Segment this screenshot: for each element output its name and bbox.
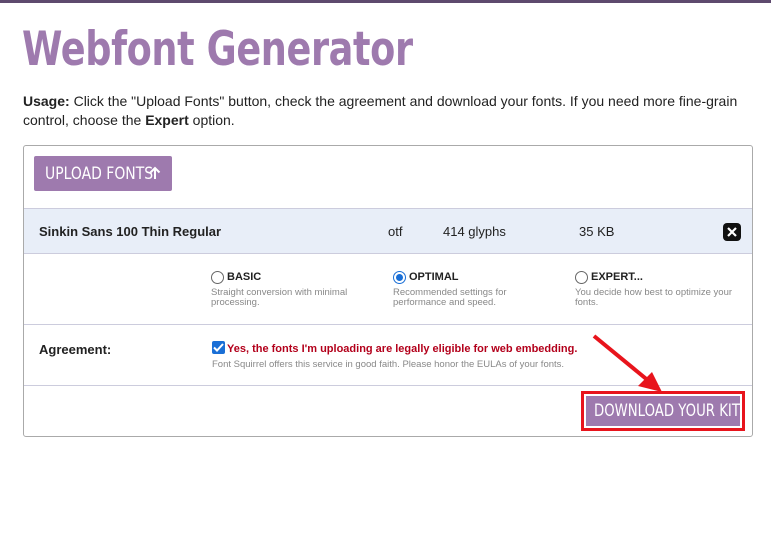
download-kit-label: DOWNLOAD YOUR KIT (594, 401, 740, 421)
download-kit-button[interactable]: DOWNLOAD YOUR KIT (586, 396, 740, 426)
arrow-up-icon (149, 166, 161, 179)
option-basic[interactable]: BASIC Straight conversion with minimal p… (211, 269, 386, 308)
expert-radio[interactable] (575, 270, 588, 284)
conversion-options: BASIC Straight conversion with minimal p… (24, 254, 752, 325)
page-title: Webfont Generator (22, 22, 413, 77)
close-icon (727, 227, 737, 237)
usage-label: Usage: (23, 93, 70, 109)
optimal-description: Recommended settings for performance and… (393, 287, 507, 308)
usage-text-part-1: Click the "Upload Fonts" button, check t… (23, 93, 738, 128)
font-format: otf (388, 224, 403, 239)
remove-font-button[interactable] (723, 223, 741, 241)
expert-description: You decide how best to optimize your fon… (575, 287, 733, 308)
font-row: Sinkin Sans 100 Thin Regular otf 414 gly… (24, 208, 752, 254)
usage-expert-word: Expert (145, 112, 189, 128)
basic-radio[interactable] (211, 270, 224, 284)
font-file-size: 35 KB (579, 224, 615, 239)
check-icon (213, 343, 224, 352)
upload-fonts-label: UPLOAD FONTS (45, 163, 154, 184)
option-expert[interactable]: EXPERT... You decide how best to optimiz… (575, 269, 750, 308)
usage-text: Usage: Click the "Upload Fonts" button, … (23, 92, 753, 130)
font-glyph-count: 414 glyphs (443, 224, 506, 239)
upload-fonts-button[interactable]: UPLOAD FONTS (34, 156, 172, 191)
basic-label: BASIC (227, 271, 262, 283)
agreement-text: Yes, the fonts I'm uploading are legally… (227, 343, 578, 355)
basic-description: Straight conversion with minimal process… (211, 287, 348, 308)
font-name: Sinkin Sans 100 Thin Regular (39, 224, 222, 239)
expert-label: EXPERT... (591, 271, 643, 283)
top-bar (0, 0, 771, 3)
agreement-label: Agreement: (39, 342, 112, 357)
agreement-checkbox[interactable] (212, 341, 225, 354)
option-optimal[interactable]: OPTIMAL Recommended settings for perform… (393, 269, 568, 308)
optimal-radio[interactable] (393, 270, 406, 284)
annotation-arrow-icon (592, 334, 662, 392)
agreement-note: Font Squirrel offers this service in goo… (212, 359, 565, 370)
usage-text-part-2: option. (188, 112, 235, 128)
optimal-label: OPTIMAL (409, 271, 459, 283)
